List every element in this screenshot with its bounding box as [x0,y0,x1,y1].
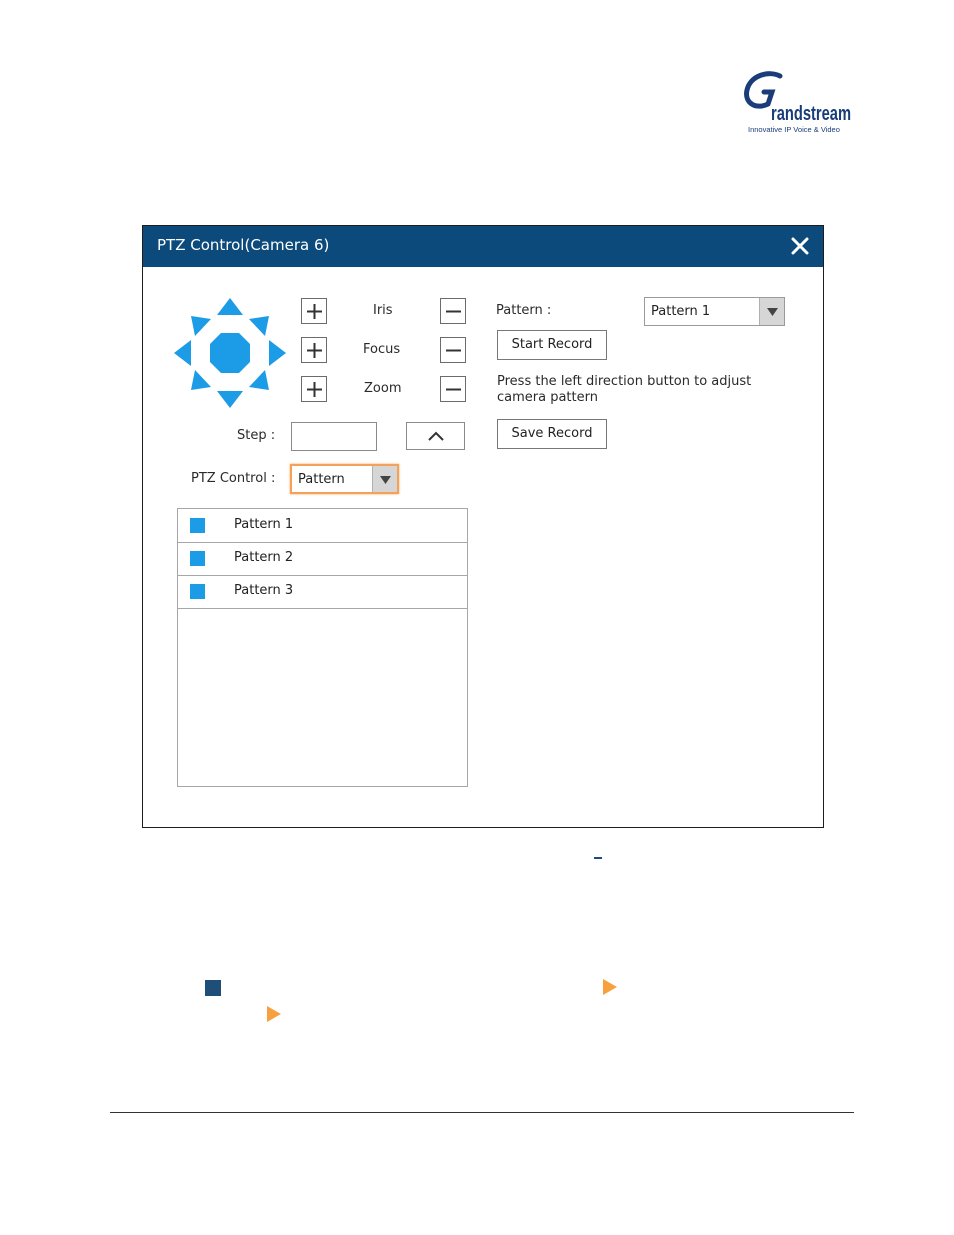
iris-label: Iris [373,303,393,318]
list-item-label: Pattern 1 [234,517,294,532]
list-item[interactable]: Pattern 3 [178,575,467,609]
dpad-up-right-arrow[interactable] [249,316,269,336]
dpad-right-arrow[interactable] [269,340,286,366]
dpad-up-arrow[interactable] [217,298,243,315]
direction-pad [174,298,286,408]
chevron-down-icon [767,308,778,316]
zoom-minus-button[interactable] [440,376,466,402]
pattern-select[interactable]: Pattern 1 [644,297,785,326]
zoom-label: Zoom [364,381,402,396]
plus-icon [307,304,322,319]
dropdown-arrow [759,298,784,325]
plus-icon [307,343,322,358]
save-record-button[interactable]: Save Record [497,419,607,449]
checkbox[interactable] [190,551,205,566]
focus-label: Focus [363,342,401,357]
dpad-down-arrow[interactable] [217,391,243,408]
checkbox[interactable] [190,518,205,533]
chevron-up-icon [428,431,444,441]
dpad-up-left-arrow[interactable] [191,316,211,336]
dash-mark [594,857,602,859]
svg-text:randstream: randstream [771,103,851,125]
start-record-button[interactable]: Start Record [497,330,607,360]
dpad-left-arrow[interactable] [174,340,191,366]
ptz-control-label: PTZ Control : [191,471,276,486]
pattern-label: Pattern : [496,303,552,318]
play-icon [603,979,617,995]
play-icon [267,1006,281,1022]
grandstream-logo-mark: randstream [744,71,851,125]
minus-icon [446,349,461,352]
zoom-plus-button[interactable] [301,376,327,402]
close-icon[interactable] [789,235,811,257]
list-item-label: Pattern 2 [234,550,294,565]
dialog-title: PTZ Control(Camera 6) [157,236,330,254]
dropdown-arrow [372,466,397,492]
footer-rule [110,1112,854,1113]
plus-icon [307,382,322,397]
chevron-down-icon [380,476,391,484]
list-item-label: Pattern 3 [234,583,294,598]
ptz-control-value: Pattern [298,472,345,487]
stop-icon [205,980,221,996]
pattern-list: Pattern 1 Pattern 2 Pattern 3 [177,508,468,787]
step-label: Step : [237,428,276,443]
dialog-titlebar: PTZ Control(Camera 6) [143,226,823,267]
ptz-control-select[interactable]: Pattern [290,464,399,494]
dpad-center-button[interactable] [210,333,250,373]
focus-minus-button[interactable] [440,337,466,363]
iris-plus-button[interactable] [301,298,327,324]
instruction-message: Press the left direction button to adjus… [497,374,752,405]
minus-icon [446,388,461,391]
grandstream-logo: randstream Innovative IP Voice & Video [742,68,858,138]
list-item[interactable]: Pattern 2 [178,542,467,576]
dpad-down-left-arrow[interactable] [191,370,211,390]
pattern-value: Pattern 1 [651,304,711,319]
dpad-down-right-arrow[interactable] [249,370,269,390]
step-up-button[interactable] [406,422,465,450]
logo-tagline: Innovative IP Voice & Video [748,125,840,134]
checkbox[interactable] [190,584,205,599]
iris-minus-button[interactable] [440,298,466,324]
focus-plus-button[interactable] [301,337,327,363]
minus-icon [446,310,461,313]
list-item[interactable]: Pattern 1 [178,509,467,543]
ptz-control-dialog: PTZ Control(Camera 6) Iris Focus Zoom St… [142,225,824,828]
step-input[interactable] [291,422,377,451]
